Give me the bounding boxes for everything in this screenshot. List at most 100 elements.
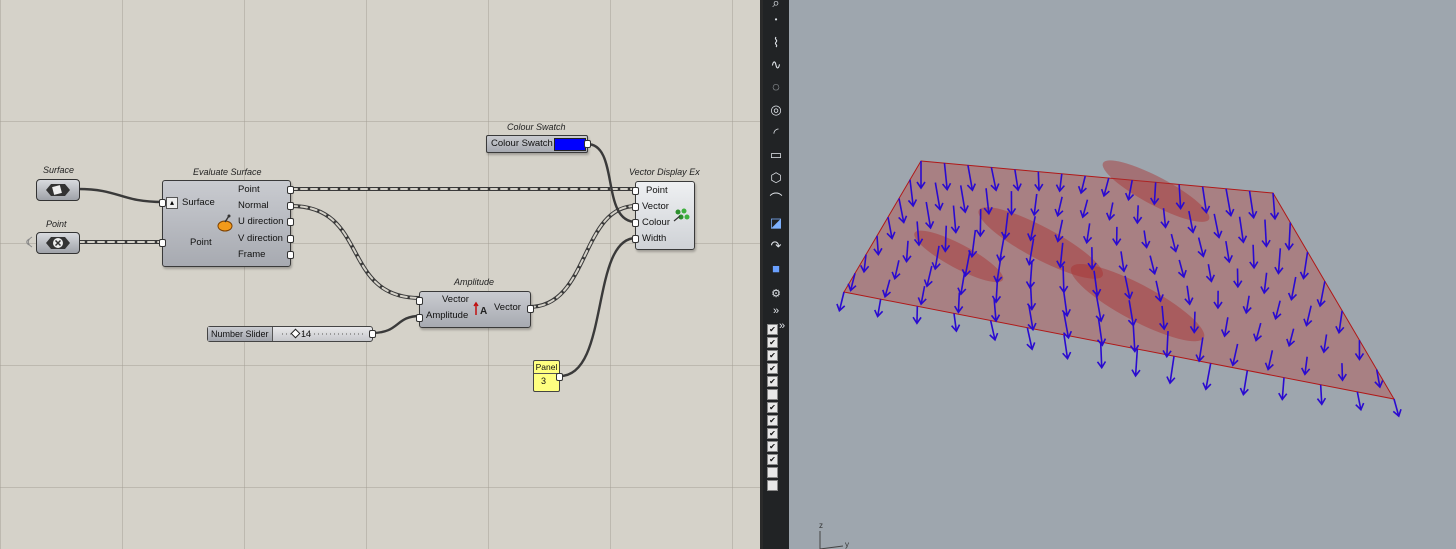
point-tool-icon[interactable]: • xyxy=(767,11,785,29)
amplitude-icon: A xyxy=(473,301,487,317)
input-amplitude[interactable]: Amplitude xyxy=(426,310,468,321)
layer-checkbox[interactable] xyxy=(767,480,778,491)
output-v-direction[interactable]: V direction xyxy=(238,233,283,244)
arc-icon[interactable]: ◜ xyxy=(767,124,785,142)
rectangle-icon[interactable]: ▭ xyxy=(767,146,785,164)
layer-checkbox[interactable]: ✔ xyxy=(767,337,778,348)
colour-swatch-component[interactable]: Colour Swatch xyxy=(486,135,591,153)
input-vector[interactable]: Vector xyxy=(642,201,669,212)
surface-nickname: Surface xyxy=(43,165,75,175)
vector-arrow xyxy=(1062,265,1065,293)
vector-display-icon xyxy=(673,208,690,222)
layer-checkbox[interactable]: ✔ xyxy=(767,415,778,426)
output-frame[interactable]: Frame xyxy=(238,249,265,260)
vector-arrow xyxy=(1134,349,1139,376)
solid-box-icon[interactable]: ■ xyxy=(767,260,785,278)
vector-arrow xyxy=(1252,244,1255,268)
layer-checkbox[interactable]: ✔ xyxy=(767,376,778,387)
layer-checkbox[interactable]: ✔ xyxy=(767,428,778,439)
evaluate-surface-icon xyxy=(217,214,233,232)
axis-icon xyxy=(819,531,844,549)
evaluate-surface-nickname: Evaluate Surface xyxy=(193,167,262,177)
vector-display-nickname: Vector Display Ex xyxy=(629,167,700,177)
surface-input-flag-icon: ▴ xyxy=(166,197,178,209)
point-nickname: Point xyxy=(46,219,67,229)
ellipse-icon[interactable]: ◎ xyxy=(767,101,785,119)
wire-colour xyxy=(585,142,638,224)
svg-text:A: A xyxy=(480,306,487,317)
input-colour[interactable]: Colour xyxy=(642,217,670,228)
layer-checkbox[interactable]: ✔ xyxy=(767,324,778,335)
output-u-direction[interactable]: U direction xyxy=(238,216,283,227)
settings-icon[interactable]: ⚙ xyxy=(767,285,785,303)
layer-checkbox[interactable] xyxy=(767,389,778,400)
grip[interactable] xyxy=(527,305,534,313)
vector-display-component[interactable]: Point Vector Colour Width xyxy=(632,181,695,250)
grip[interactable] xyxy=(632,187,639,195)
grasshopper-canvas[interactable]: Surface Point Evaluate Surface ▴ Surface… xyxy=(0,0,760,549)
vector-arrow xyxy=(1037,171,1040,191)
colour-swatch-color[interactable] xyxy=(554,138,586,151)
curve-icon[interactable]: ∿ xyxy=(767,56,785,74)
vector-arrow xyxy=(957,292,961,313)
viewport-scene xyxy=(836,160,1402,418)
grip[interactable] xyxy=(584,140,591,148)
amplitude-component[interactable]: Vector Amplitude A Vector xyxy=(416,291,534,328)
surface-tool-icon[interactable]: ◪ xyxy=(767,214,785,232)
layer-checkbox[interactable] xyxy=(767,467,778,478)
polyline-icon[interactable]: ⌇ xyxy=(767,34,785,52)
colour-swatch-nickname: Colour Swatch xyxy=(507,122,566,132)
slider-handle-icon[interactable] xyxy=(290,328,301,339)
grip[interactable] xyxy=(159,239,166,247)
output-vector[interactable]: Vector xyxy=(494,302,521,313)
vector-arrow xyxy=(1319,384,1323,405)
layer-checkbox[interactable]: ✔ xyxy=(767,402,778,413)
rhino-viewport[interactable]: z y xyxy=(789,0,1456,549)
layer-checkbox[interactable]: ✔ xyxy=(767,441,778,452)
wire-amplitude-out xyxy=(527,204,638,309)
vector-arrow xyxy=(1193,311,1196,333)
point-param[interactable] xyxy=(36,232,80,254)
input-point[interactable]: Point xyxy=(190,237,212,248)
grip[interactable] xyxy=(632,219,639,227)
vector-arrow xyxy=(1281,377,1285,400)
grip[interactable] xyxy=(416,314,423,322)
circle-icon[interactable]: ◌ xyxy=(767,78,785,96)
wire-layer xyxy=(76,142,638,378)
layer-checkbox[interactable]: ✔ xyxy=(767,363,778,374)
input-width[interactable]: Width xyxy=(642,233,666,244)
input-vector[interactable]: Vector xyxy=(442,294,469,305)
grip[interactable] xyxy=(632,203,639,211)
polygon-icon[interactable]: ⬡ xyxy=(767,169,785,187)
wire-slider xyxy=(370,314,422,335)
grip[interactable] xyxy=(632,235,639,243)
grip[interactable] xyxy=(416,297,423,305)
panel-label: Panel xyxy=(534,362,559,374)
input-surface[interactable]: Surface xyxy=(182,197,215,208)
layer-checkbox[interactable]: ✔ xyxy=(767,350,778,361)
surface-param[interactable] xyxy=(36,179,80,201)
wireless-icon xyxy=(26,236,33,248)
surface-icon xyxy=(46,184,70,196)
grip[interactable] xyxy=(287,251,294,259)
offset-curve-icon[interactable]: ⌒ xyxy=(767,191,785,209)
grip[interactable] xyxy=(159,199,166,207)
grip[interactable] xyxy=(287,235,294,243)
layer-checkbox[interactable]: ✔ xyxy=(767,454,778,465)
panel-value: 3 xyxy=(541,376,547,386)
grip[interactable] xyxy=(369,330,376,338)
number-slider[interactable]: Number Slider 14 xyxy=(207,326,376,342)
colour-swatch-label: Colour Swatch xyxy=(491,138,553,149)
vector-arrow xyxy=(944,225,948,252)
output-point[interactable]: Point xyxy=(238,184,260,195)
panel[interactable]: Panel 3 xyxy=(533,360,563,392)
evaluate-surface-component[interactable]: ▴ Surface Point Point Normal U direction… xyxy=(159,180,294,267)
grip[interactable] xyxy=(287,202,294,210)
grip[interactable] xyxy=(287,186,294,194)
rhino-toolbar: ⌕ • ⌇ ∿ ◌ ◎ ◜ ▭ ⬡ ⌒ ◪ ↷ ■ ⚙ » » ✔ ✔ ✔ ✔ … xyxy=(763,0,789,549)
input-point[interactable]: Point xyxy=(646,185,668,196)
output-normal[interactable]: Normal xyxy=(238,200,269,211)
revolve-icon[interactable]: ↷ xyxy=(767,237,785,255)
grip[interactable] xyxy=(287,218,294,226)
grip[interactable] xyxy=(556,373,563,381)
